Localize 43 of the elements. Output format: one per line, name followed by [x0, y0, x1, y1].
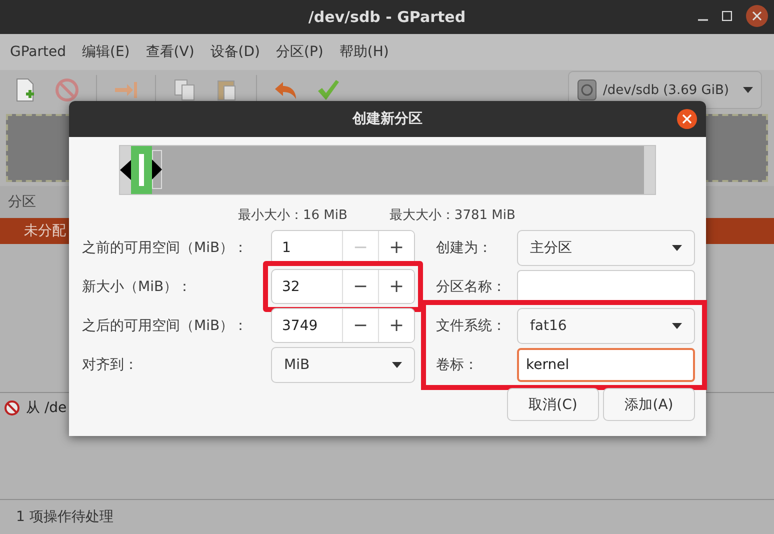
close-icon [682, 114, 692, 124]
menu-item[interactable]: 分区(P) [268, 43, 332, 61]
caret-icon [672, 322, 682, 328]
dropdown[interactable]: fat16 [517, 308, 695, 344]
close-icon[interactable] [746, 5, 768, 27]
delete-icon [4, 400, 20, 416]
field-label: 分区名称： [436, 278, 507, 296]
dialog-button[interactable]: 取消(C) [507, 388, 599, 421]
resize-handle-drawing[interactable] [152, 150, 164, 189]
resize-slider[interactable] [119, 145, 656, 195]
menu-item[interactable]: GParted [2, 44, 74, 60]
maximize-icon[interactable] [722, 11, 732, 21]
status-text: 1 项操作待处理 [16, 508, 114, 526]
spin-field[interactable]: 32 − + [271, 269, 415, 304]
delete-icon[interactable] [54, 77, 80, 103]
increment-button[interactable]: + [378, 231, 414, 264]
window-title: /dev/sdb - GParted [308, 8, 466, 26]
field-label: 文件系统： [436, 316, 507, 334]
caret-icon [743, 87, 753, 93]
dropdown[interactable]: MiB [271, 346, 415, 382]
field-label: 创建为： [436, 238, 493, 256]
menu-item[interactable]: 编辑(E) [74, 43, 138, 61]
increment-button[interactable]: + [378, 309, 414, 342]
free-space-after [644, 146, 655, 194]
dropdown[interactable]: 主分区 [517, 230, 695, 266]
field-label: 对齐到： [82, 356, 139, 374]
field-label: 新大小（MiB）： [82, 278, 193, 296]
spin-field[interactable]: 3749 − + [271, 308, 415, 343]
menu-item[interactable]: 帮助(H) [331, 43, 397, 61]
dialog-title: 创建新分区 [352, 110, 422, 128]
close-button[interactable] [677, 109, 697, 129]
text-field[interactable]: kernel [517, 348, 695, 382]
caret-icon [392, 362, 402, 368]
menu-item[interactable]: 查看(V) [138, 43, 202, 61]
menu-item[interactable]: 设备(D) [202, 43, 268, 61]
table-cell: 未分配 [24, 222, 66, 240]
pending-operation: 从 /de [26, 399, 67, 417]
dialog-button[interactable]: 添加(A) [603, 388, 695, 421]
field-label: 卷标： [436, 356, 479, 374]
increment-button[interactable]: + [378, 270, 414, 303]
left-arrow-icon[interactable] [120, 160, 131, 180]
field-label: 之前的可用空间（MiB）： [82, 238, 249, 256]
field-label: 之后的可用空间（MiB）： [82, 316, 249, 334]
